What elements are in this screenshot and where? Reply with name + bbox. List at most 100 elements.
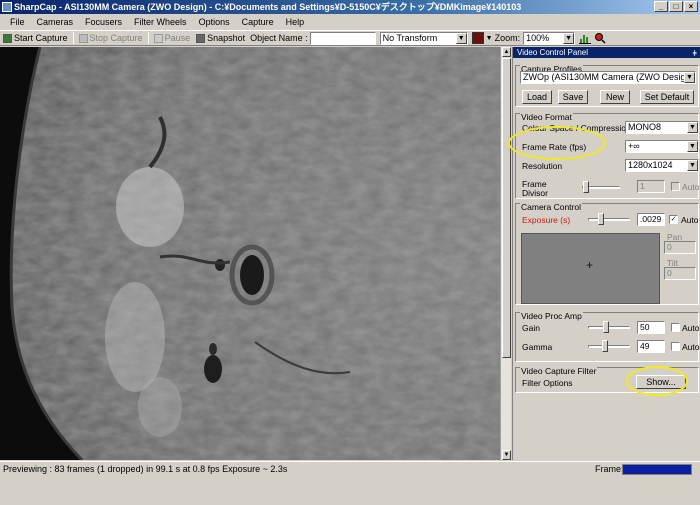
gain-label: Gain xyxy=(522,323,540,333)
snapshot-camera-icon xyxy=(196,33,206,43)
close-button[interactable]: × xyxy=(684,1,698,12)
panel-title-bar: Video Control Panel ǂ xyxy=(513,47,700,58)
snapshot-label: Snapshot xyxy=(207,33,246,43)
resolution-select[interactable]: 1280x1024 ▼ xyxy=(625,159,699,172)
pause-button[interactable]: Pause xyxy=(151,31,194,45)
color-swatch-icon[interactable] xyxy=(471,32,484,44)
frame-divisor-value[interactable]: 1 xyxy=(637,180,665,193)
toolbar-separator xyxy=(147,32,149,44)
save-profile-button[interactable]: Save xyxy=(558,90,588,104)
chevron-down-icon[interactable]: ▼ xyxy=(687,122,698,133)
start-capture-icon xyxy=(3,33,12,43)
crosshair-icon: + xyxy=(586,258,594,272)
resolution-value: 1280x1024 xyxy=(628,160,673,170)
status-bar: Previewing : 83 frames (1 dropped) in 99… xyxy=(0,461,700,505)
camera-control-section: Camera Control Exposure (s) .0029 ✓ Auto… xyxy=(515,203,699,305)
gain-auto-checkbox[interactable] xyxy=(671,323,680,332)
menu-focusers[interactable]: Focusers xyxy=(79,14,128,30)
gamma-slider-thumb[interactable] xyxy=(602,340,608,352)
menu-cameras[interactable]: Cameras xyxy=(31,14,80,30)
chevron-down-icon[interactable]: ▼ xyxy=(687,141,698,152)
menu-bar: File Cameras Focusers Filter Wheels Opti… xyxy=(0,14,700,30)
zoom-value: 100% xyxy=(526,32,550,43)
tilt-value[interactable]: 0 xyxy=(664,267,696,280)
filter-options-label: Filter Options xyxy=(522,378,573,388)
menu-options[interactable]: Options xyxy=(193,14,236,30)
exposure-slider[interactable] xyxy=(588,218,630,221)
toolbar-separator xyxy=(72,32,74,44)
histogram-icon[interactable] xyxy=(579,32,592,44)
menu-file[interactable]: File xyxy=(4,14,31,30)
show-filter-options-button[interactable]: Show... xyxy=(636,375,686,389)
scroll-down-icon[interactable]: ▼ xyxy=(502,450,511,460)
preview-vertical-scrollbar[interactable]: ▲ ▼ xyxy=(500,47,511,460)
object-name-label: Object Name : xyxy=(250,33,308,43)
stop-capture-button[interactable]: Stop Capture xyxy=(76,31,146,45)
focus-assist-icon[interactable] xyxy=(594,32,606,44)
colour-space-label: Colour Space / Compression xyxy=(522,123,631,133)
capture-profile-value: ZWOp (ASI130MM Camera (ZWO Design)) xyxy=(523,72,696,82)
gamma-value[interactable]: 49 xyxy=(637,340,665,353)
exposure-value[interactable]: .0029 xyxy=(637,213,665,226)
chevron-down-icon[interactable]: ▼ xyxy=(484,35,495,42)
minimize-button[interactable]: _ xyxy=(654,1,668,12)
chevron-down-icon[interactable]: ▼ xyxy=(684,72,695,83)
exposure-auto-checkbox[interactable]: ✓ xyxy=(669,215,678,224)
frame-rate-select[interactable]: +∞ ▼ xyxy=(625,140,699,153)
gamma-auto-checkbox[interactable] xyxy=(671,342,680,351)
menu-filter-wheels[interactable]: Filter Wheels xyxy=(128,14,193,30)
gain-slider-thumb[interactable] xyxy=(603,321,609,333)
set-default-profile-button[interactable]: Set Default xyxy=(640,90,694,104)
chevron-down-icon[interactable]: ▼ xyxy=(687,160,698,171)
menu-help[interactable]: Help xyxy=(280,14,311,30)
gain-slider[interactable] xyxy=(588,326,630,329)
transform-select[interactable]: No Transform ▼ xyxy=(379,31,468,45)
exposure-slider-thumb[interactable] xyxy=(598,213,604,225)
solar-image xyxy=(0,47,500,460)
transform-value: No Transform xyxy=(382,32,438,43)
status-text: Previewing : 83 frames (1 dropped) in 99… xyxy=(3,464,288,474)
chevron-down-icon[interactable]: ▼ xyxy=(455,32,467,44)
gain-auto-label: Auto xyxy=(682,323,700,333)
window-titlebar: SharpCap - ASI130MM Camera (ZWO Design) … xyxy=(0,0,700,14)
new-profile-button[interactable]: New xyxy=(600,90,630,104)
video-proc-amp-label: Video Proc Amp xyxy=(520,311,583,321)
gain-value[interactable]: 50 xyxy=(637,321,665,334)
pan-value[interactable]: 0 xyxy=(664,241,696,254)
frame-label: Frame: xyxy=(595,464,624,474)
exposure-auto-label: Auto xyxy=(681,215,699,225)
video-format-section: Video Format Colour Space / Compression … xyxy=(515,112,700,199)
load-profile-button[interactable]: Load xyxy=(522,90,552,104)
chevron-down-icon[interactable]: ▼ xyxy=(563,32,575,44)
resolution-label: Resolution xyxy=(522,161,563,171)
video-proc-amp-section: Video Proc Amp Gain 50 Auto Gamma 49 Aut… xyxy=(515,311,700,362)
video-control-panel: Video Control Panel ǂ Capture Profiles Z… xyxy=(512,47,700,460)
pin-icon[interactable]: ǂ xyxy=(692,48,697,59)
zoom-select[interactable]: 100% ▼ xyxy=(523,31,576,45)
video-capture-filter-section: Video Capture Filter Filter Options Show… xyxy=(515,367,699,393)
start-capture-label: Start Capture xyxy=(14,33,68,43)
frame-divisor-auto-checkbox[interactable] xyxy=(671,182,680,191)
frame-divisor-label: Frame Divisor xyxy=(522,179,548,198)
window-title: SharpCap - ASI130MM Camera (ZWO Design) … xyxy=(14,2,522,12)
stop-capture-icon xyxy=(78,33,88,43)
snapshot-button[interactable]: Snapshot xyxy=(193,31,248,45)
video-format-label: Video Format xyxy=(520,112,573,122)
gamma-label: Gamma xyxy=(522,342,553,352)
menu-capture[interactable]: Capture xyxy=(236,14,280,30)
start-capture-button[interactable]: Start Capture xyxy=(0,31,71,45)
frame-rate-value: +∞ xyxy=(628,141,640,151)
frame-rate-label: Frame Rate (fps) xyxy=(522,142,587,152)
capture-profile-select[interactable]: ZWOp (ASI130MM Camera (ZWO Design)) ▼ xyxy=(520,71,696,84)
object-name-input[interactable] xyxy=(309,31,376,45)
maximize-button[interactable]: □ xyxy=(669,1,683,12)
scroll-up-icon[interactable]: ▲ xyxy=(502,47,511,57)
frame-divisor-slider-thumb[interactable] xyxy=(583,181,589,193)
camera-preview[interactable] xyxy=(0,47,500,460)
colour-space-select[interactable]: MONO8 ▼ xyxy=(625,121,699,134)
exposure-label: Exposure (s) xyxy=(522,215,571,225)
pause-icon xyxy=(153,33,163,43)
scrollbar-thumb[interactable] xyxy=(502,58,511,358)
gamma-slider[interactable] xyxy=(588,345,630,348)
pan-tilt-pad[interactable]: + xyxy=(521,233,660,304)
